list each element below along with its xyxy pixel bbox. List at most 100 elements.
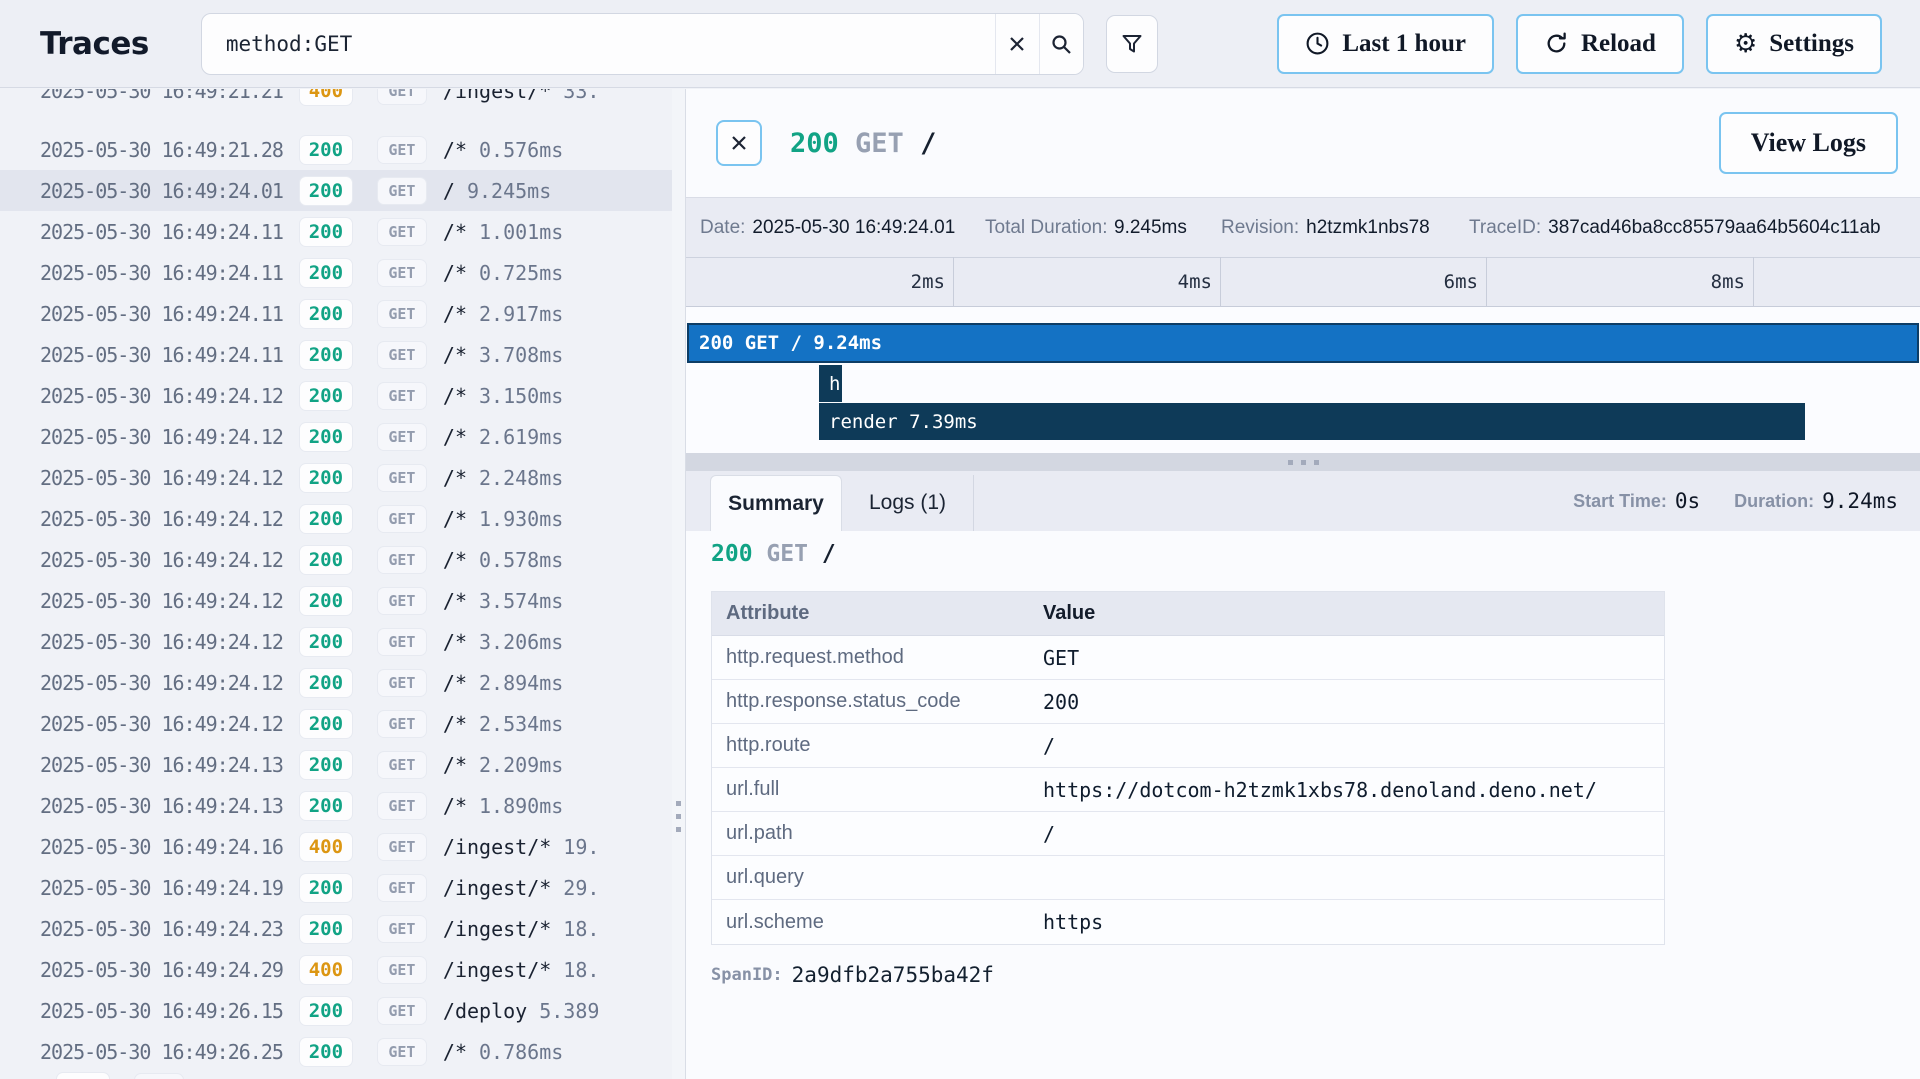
detail-header: 200 GET / View Logs [686,89,1920,197]
trace-list[interactable]: 2025-05-30 16:49:21.21400GET/ingest/*33.… [0,89,672,1079]
attribute-row: url.fullhttps://dotcom-h2tzmk1xbs78.deno… [712,768,1664,812]
status-badge: 200 [299,504,353,534]
trace-duration: 2.248ms [479,466,563,490]
search-input[interactable] [202,14,995,74]
trace-path: /* [443,384,467,408]
trace-duration: 0.725ms [479,261,563,285]
trace-path: /* [443,425,467,449]
attribute-name: http.request.method [712,646,1043,669]
trace-timestamp: 2025-05-30 16:49:24.12 [40,548,283,572]
trace-timestamp: 2025-05-30 16:49:24.12 [40,425,283,449]
close-detail-button[interactable] [716,120,762,166]
attribute-table: Attribute Value http.request.methodGETht… [711,591,1665,945]
trace-row[interactable]: 2025-05-30 16:49:24.12200GET/*2.619ms [0,416,672,457]
close-icon [1007,34,1027,54]
panel-resize-handle[interactable] [676,801,681,832]
attribute-name: http.route [712,734,1043,757]
status-badge: 200 [56,1072,110,1079]
status-badge: 200 [299,750,353,780]
status-badge: 200 [299,176,353,206]
trace-duration: 2.534ms [479,712,563,736]
timeline-ruler: 2ms4ms6ms8ms [686,257,1920,307]
trace-timestamp: 2025-05-30 16:49:24.12 [40,507,283,531]
traces-app: Traces Last [0,0,1920,1079]
settings-button[interactable]: ⚙ Settings [1706,14,1882,74]
filter-button[interactable] [1106,15,1158,73]
time-range-button[interactable]: Last 1 hour [1277,14,1494,74]
trace-row[interactable]: 2025-05-30 16:49:24.11200GET/*1.001ms [0,211,672,252]
trace-row[interactable]: 2025-05-30 16:49:24.12200GET/*2.248ms [0,457,672,498]
status-badge: 200 [299,873,353,903]
timeline-span[interactable]: 200 GET / 9.24ms [687,323,1919,363]
clear-search-button[interactable] [995,14,1039,74]
trace-duration: 2.917ms [479,302,563,326]
trace-duration: 1.930ms [479,507,563,531]
attribute-row: url.query [712,856,1664,900]
trace-row[interactable]: 2025-05-30 16:49:24.11200GET/*3.708ms [0,334,672,375]
trace-timestamp: 2025-05-30 16:49:26.15 [40,999,283,1023]
trace-row[interactable]: 2025-05-30 16:49:24.13200GET/*2.209ms [0,744,672,785]
timeline-tick-label: 6ms [1412,271,1478,293]
trace-row[interactable]: 2025-05-30 16:49:26.15200GET/deploy5.389 [0,990,672,1031]
trace-path: /* [443,302,467,326]
trace-timestamp: 2025-05-30 16:49:24.12 [40,384,283,408]
search-button[interactable] [1039,14,1083,74]
timeline-span[interactable]: render 7.39ms [819,403,1805,440]
trace-duration: 3.708ms [479,343,563,367]
method-badge: GET [377,669,427,697]
trace-timestamp: 2025-05-30 16:49:24.19 [40,876,283,900]
attribute-row: url.schemehttps [712,900,1664,944]
timeline-tick-label: 8ms [1679,271,1745,293]
trace-duration: 1.001ms [479,220,563,244]
attribute-name: url.full [712,778,1043,801]
trace-row[interactable]: 2025-05-30 16:49:26.25200GET/*0.786ms [0,1031,672,1072]
start-time: Start Time: 0s [1573,489,1700,513]
trace-row[interactable]: 200 GET [0,1072,672,1079]
trace-row[interactable]: 2025-05-30 16:49:24.01200GET/9.245ms [0,170,672,211]
trace-row[interactable]: 2025-05-30 16:49:24.12200GET/*3.574ms [0,580,672,621]
method-badge: GET [377,587,427,615]
status-badge: 200 [299,996,353,1026]
method-badge: GET [377,259,427,287]
trace-timestamp: 2025-05-30 16:49:24.01 [40,179,283,203]
trace-row[interactable]: 2025-05-30 16:49:24.19200GET/ingest/*29. [0,867,672,908]
timeline-resize-handle[interactable] [686,453,1920,471]
trace-row[interactable]: 2025-05-30 16:49:24.23200GET/ingest/*18. [0,908,672,949]
tab-logs[interactable]: Logs (1) [842,475,974,531]
trace-row[interactable]: 2025-05-30 16:49:24.12200GET/*0.578ms [0,539,672,580]
status-badge: 200 [299,135,353,165]
status-badge: 200 [299,299,353,329]
method-badge: GET [377,874,427,902]
trace-row[interactable]: 2025-05-30 16:49:21.28200GET/*0.576ms [0,129,672,170]
trace-row[interactable]: 2025-05-30 16:49:24.12200GET/*2.894ms [0,662,672,703]
spanid-row: SpanID: 2a9dfb2a755ba42f [711,963,1920,987]
status-badge: 200 [299,422,353,452]
trace-row[interactable]: 2025-05-30 16:49:24.16400GET/ingest/*19. [0,826,672,867]
trace-duration: 2.894ms [479,671,563,695]
trace-row[interactable]: 2025-05-30 16:49:21.21400GET/ingest/*33. [0,89,672,129]
trace-duration: 3.574ms [479,589,563,613]
trace-path: /ingest/* [443,958,551,982]
trace-row[interactable]: 2025-05-30 16:49:24.12200GET/*3.206ms [0,621,672,662]
view-logs-button[interactable]: View Logs [1719,112,1898,174]
method-badge: GET [377,382,427,410]
trace-row[interactable]: 2025-05-30 16:49:24.11200GET/*2.917ms [0,293,672,334]
panel-divider [672,89,686,1079]
reload-button[interactable]: Reload [1516,14,1684,74]
trace-path: /* [443,261,467,285]
method-badge: GET [134,1073,184,1079]
trace-row[interactable]: 2025-05-30 16:49:24.13200GET/*1.890ms [0,785,672,826]
attribute-name: http.response.status_code [712,690,1043,713]
trace-row[interactable]: 2025-05-30 16:49:24.29400GET/ingest/*18. [0,949,672,990]
timeline-span[interactable]: h [819,365,842,402]
trace-row[interactable]: 2025-05-30 16:49:24.12200GET/*2.534ms [0,703,672,744]
trace-row[interactable]: 2025-05-30 16:49:24.11200GET/*0.725ms [0,252,672,293]
trace-row[interactable]: 2025-05-30 16:49:24.12200GET/*3.150ms [0,375,672,416]
trace-path: /* [443,712,467,736]
attribute-name: url.query [712,866,1043,889]
trace-row[interactable]: 2025-05-30 16:49:24.12200GET/*1.930ms [0,498,672,539]
tab-summary[interactable]: Summary [710,475,842,531]
method-badge: GET [377,710,427,738]
trace-detail-panel: 200 GET / View Logs Date: 2025-05-30 16:… [686,89,1920,1079]
method-badge: GET [377,915,427,943]
